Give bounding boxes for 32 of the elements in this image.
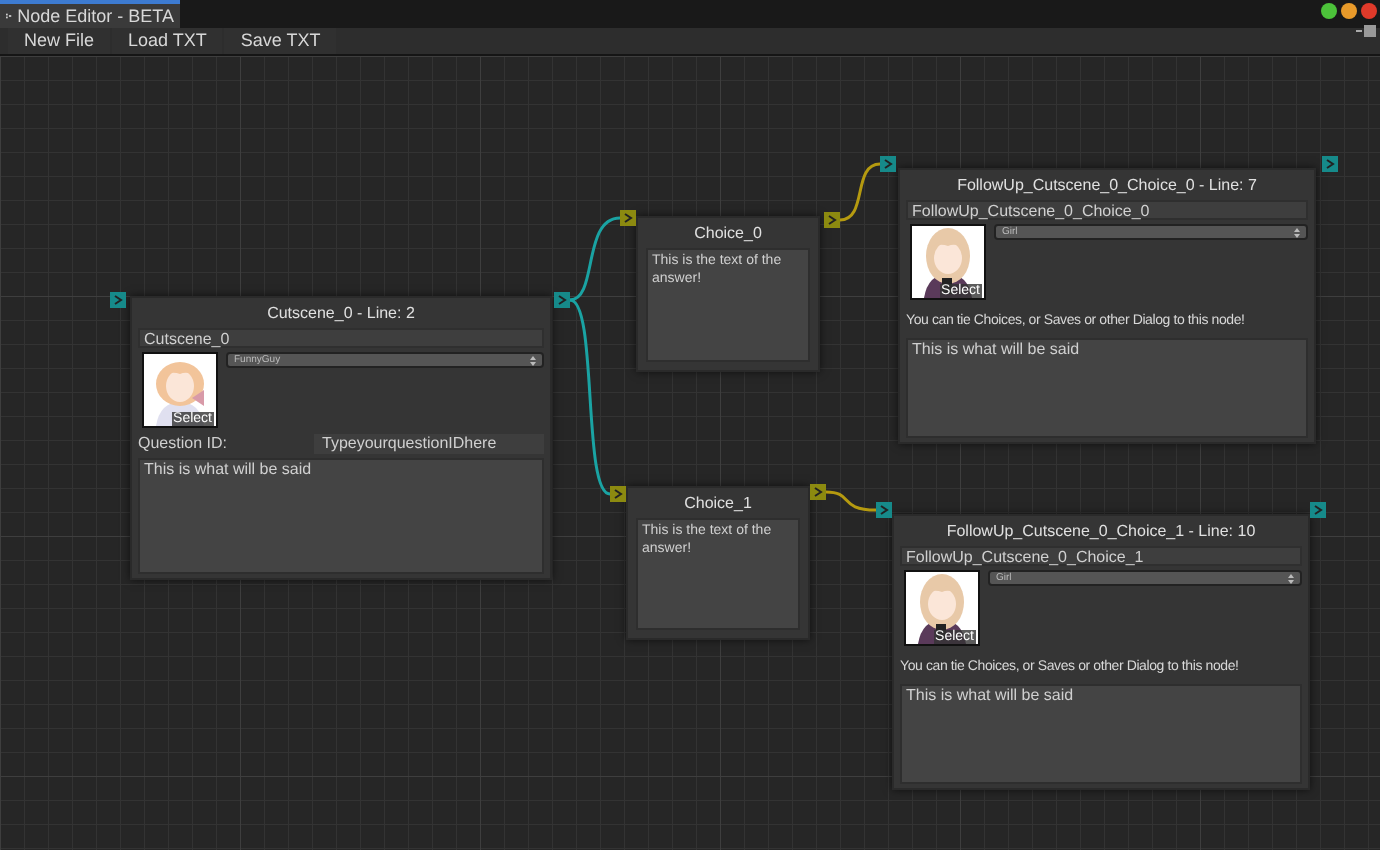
dropdown-arrow-icon xyxy=(530,355,536,365)
port-icon[interactable] xyxy=(110,292,126,308)
port-icon[interactable] xyxy=(824,212,840,228)
node-title: FollowUp_Cutscene_0_Choice_0 - Line: 7 xyxy=(955,174,1259,198)
port-icon[interactable] xyxy=(1322,156,1338,172)
port-icon[interactable] xyxy=(610,486,626,502)
node-name-field[interactable]: Cutscene_0 xyxy=(138,328,544,348)
port-icon[interactable] xyxy=(554,292,570,308)
node-title: FollowUp_Cutscene_0_Choice_1 - Line: 10 xyxy=(944,520,1258,544)
node-title: Cutscene_0 - Line: 2 xyxy=(265,302,417,326)
question-label: Question ID: xyxy=(138,436,229,452)
node-title: Choice_1 xyxy=(682,492,754,516)
dropdown-arrow-icon xyxy=(1294,227,1300,237)
dialog-text-area[interactable]: This is what will be said xyxy=(900,684,1302,784)
node-name-field[interactable]: FollowUp_Cutscene_0_Choice_1 xyxy=(900,546,1302,566)
port-icon[interactable] xyxy=(876,502,892,518)
window-title: Node Editor - BETA xyxy=(17,7,174,25)
node-name-field[interactable]: FollowUp_Cutscene_0_Choice_0 xyxy=(906,200,1308,220)
status-light-icon xyxy=(1340,2,1358,20)
port-icon[interactable] xyxy=(1310,502,1326,518)
panel-icon[interactable] xyxy=(1356,24,1376,38)
dropdown-arrow-icon xyxy=(1288,573,1294,583)
dialog-text-area[interactable]: This is what will be said xyxy=(138,458,544,574)
window-tab[interactable]: Node Editor - BETA xyxy=(0,0,180,28)
port-icon[interactable] xyxy=(880,156,896,172)
node-title: Choice_0 xyxy=(692,222,764,246)
port-icon[interactable] xyxy=(810,484,826,500)
question-id-field[interactable]: TypeyourquestionIDhere xyxy=(314,434,544,454)
status-light-icon xyxy=(1320,2,1338,20)
port-icon[interactable] xyxy=(620,210,636,226)
status-light-icon xyxy=(1360,2,1378,20)
dialog-text-area[interactable]: This is what will be said xyxy=(906,338,1308,438)
